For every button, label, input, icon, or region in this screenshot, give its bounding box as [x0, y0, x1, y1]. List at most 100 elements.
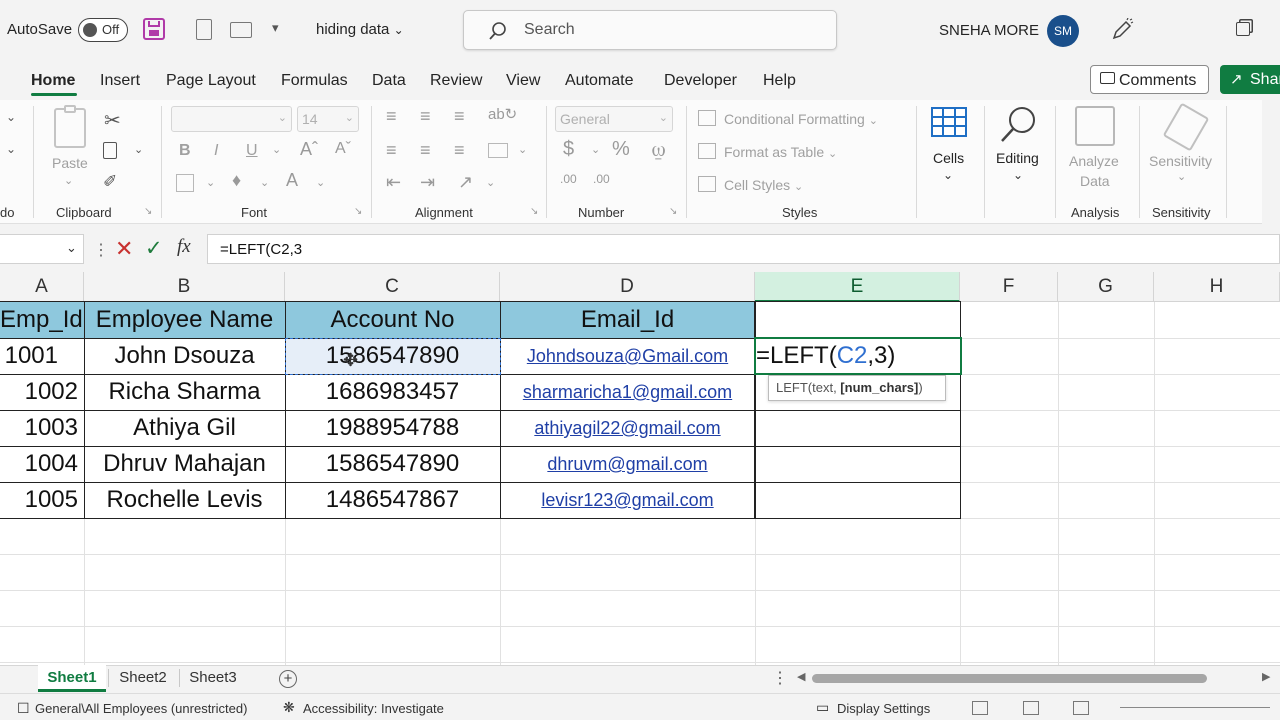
column-header-f[interactable]: F — [960, 272, 1058, 302]
number-format-dropdown[interactable]: General ⌄ — [555, 106, 673, 132]
copy-icon[interactable] — [103, 142, 117, 159]
formula-input[interactable]: =LEFT(C2,3 — [207, 234, 1280, 264]
undo-dropdown-icon[interactable]: ⌄ — [6, 110, 16, 124]
borders-icon[interactable] — [176, 174, 194, 192]
function-tooltip[interactable]: LEFT(text, [num_chars]) — [768, 375, 946, 401]
insert-function-icon[interactable]: fx — [177, 236, 191, 258]
table-cell[interactable]: Richa Sharma — [84, 374, 285, 410]
scroll-right-icon[interactable]: ▶ — [1262, 670, 1270, 683]
increase-decimal-icon[interactable]: .00 — [560, 172, 577, 186]
align-top-icon[interactable]: ≡ — [386, 106, 397, 127]
tab-help[interactable]: Help — [763, 72, 796, 90]
save-icon[interactable] — [143, 18, 165, 40]
copy-dropdown-icon[interactable]: ⌄ — [134, 143, 143, 156]
editing-dropdown-icon[interactable]: ⌄ — [1013, 168, 1023, 182]
avatar[interactable]: SM — [1047, 15, 1079, 47]
display-settings-button[interactable]: Display Settings — [837, 701, 930, 716]
more-sheets-icon[interactable]: ⋮ — [772, 668, 788, 688]
editing-button[interactable]: Editing — [996, 150, 1039, 166]
conditional-formatting-button[interactable]: Conditional Formatting ⌄ — [724, 111, 878, 127]
tab-automate[interactable]: Automate — [565, 72, 633, 90]
underline-button[interactable]: U — [246, 142, 258, 160]
table-cell-c2-referenced[interactable]: 1586547890 — [285, 338, 500, 374]
cell-styles-button[interactable]: Cell Styles ⌄ — [724, 177, 803, 193]
cancel-icon[interactable]: ✕ — [115, 236, 133, 262]
table-cell[interactable]: John Dsouza — [84, 338, 285, 374]
currency-icon[interactable]: $ — [563, 138, 574, 161]
designer-pen-icon[interactable] — [1110, 18, 1134, 42]
analyze-data-label-2[interactable]: Data — [1080, 173, 1110, 189]
table-cell[interactable]: 1004 — [0, 446, 84, 482]
redo-dropdown-icon[interactable]: ⌄ — [6, 142, 16, 156]
tab-home[interactable]: Home — [31, 72, 75, 90]
search-box[interactable]: Search — [463, 10, 837, 50]
font-size-dropdown[interactable]: 14 ⌄ — [297, 106, 359, 132]
merge-dropdown-icon[interactable]: ⌄ — [518, 143, 527, 156]
email-link[interactable]: levisr123@gmail.com — [500, 482, 755, 518]
header-emp-id[interactable]: Emp_Id — [0, 302, 84, 338]
scroll-left-icon[interactable]: ◀ — [797, 670, 805, 683]
font-color-icon[interactable]: A — [286, 170, 298, 191]
open-folder-icon[interactable] — [230, 22, 252, 38]
paste-label[interactable]: Paste — [52, 155, 88, 171]
table-cell[interactable]: 1486547867 — [285, 482, 500, 518]
tab-view[interactable]: View — [506, 72, 540, 90]
font-launcher-icon[interactable]: ↘ — [354, 206, 362, 217]
tab-developer[interactable]: Developer — [664, 72, 737, 90]
text-direction-icon[interactable]: ↗ — [458, 172, 473, 193]
file-name[interactable]: hiding data ⌄ — [316, 21, 404, 38]
font-name-dropdown[interactable]: ⌄ — [171, 106, 292, 132]
table-cell[interactable]: Athiya Gil — [84, 410, 285, 446]
bold-button[interactable]: B — [179, 142, 191, 160]
column-header-a[interactable]: A — [0, 272, 84, 302]
share-button[interactable]: ↗ Shar — [1220, 65, 1280, 94]
alignment-launcher-icon[interactable]: ↘ — [530, 206, 538, 217]
table-cell[interactable]: Dhruv Mahajan — [84, 446, 285, 482]
sensitivity-button[interactable]: Sensitivity — [1149, 153, 1212, 169]
new-file-icon[interactable] — [196, 19, 212, 40]
comma-style-icon[interactable]: ⍹ — [652, 136, 665, 162]
restore-window-icon[interactable] — [1236, 22, 1250, 36]
sheet-tab-sheet2[interactable]: Sheet2 — [109, 665, 177, 692]
underline-dropdown-icon[interactable]: ⌄ — [272, 143, 281, 156]
table-cell[interactable]: Rochelle Levis — [84, 482, 285, 518]
merge-center-icon[interactable] — [488, 143, 508, 158]
comments-button[interactable]: Comments — [1090, 65, 1209, 94]
sheet-tab-sheet1[interactable]: Sheet1 — [38, 665, 106, 692]
email-link[interactable]: sharmaricha1@gmail.com — [500, 374, 755, 410]
cells-button[interactable]: Cells — [933, 150, 964, 166]
fill-color-icon[interactable]: ♦ — [232, 170, 241, 191]
increase-indent-icon[interactable]: ⇥ — [420, 172, 435, 193]
number-launcher-icon[interactable]: ↘ — [669, 206, 677, 217]
table-cell[interactable]: 1988954788 — [285, 410, 500, 446]
email-link[interactable]: dhruvm@gmail.com — [500, 446, 755, 482]
active-cell-e2[interactable]: =LEFT(C2,3) — [754, 337, 962, 375]
table-cell[interactable]: 1586547890 — [285, 446, 500, 482]
page-layout-view-icon[interactable] — [1023, 701, 1039, 715]
header-account-no[interactable]: Account No — [285, 302, 500, 338]
format-painter-icon[interactable]: ✐ — [103, 172, 117, 192]
decrease-font-icon[interactable]: Aˇ — [335, 140, 351, 158]
zoom-slider[interactable] — [1120, 707, 1270, 708]
tab-page-layout[interactable]: Page Layout — [166, 72, 256, 90]
table-cell[interactable]: 1005 — [0, 482, 84, 518]
borders-dropdown-icon[interactable]: ⌄ — [206, 176, 215, 189]
normal-view-icon[interactable] — [972, 701, 988, 715]
page-break-view-icon[interactable] — [1073, 701, 1089, 715]
customize-toolbar-icon[interactable]: ▾ — [272, 20, 279, 36]
align-bottom-icon[interactable]: ≡ — [454, 106, 465, 127]
align-middle-icon[interactable]: ≡ — [420, 106, 431, 127]
align-right-icon[interactable]: ≡ — [454, 140, 465, 161]
name-box[interactable]: ⌄ — [0, 234, 84, 264]
column-header-c[interactable]: C — [285, 272, 500, 302]
paste-icon[interactable] — [54, 105, 86, 148]
font-color-dropdown-icon[interactable]: ⌄ — [316, 176, 325, 189]
column-header-g[interactable]: G — [1058, 272, 1154, 302]
column-header-b[interactable]: B — [84, 272, 285, 302]
sheet-tab-sheet3[interactable]: Sheet3 — [180, 665, 246, 692]
horizontal-scrollbar[interactable] — [812, 674, 1207, 683]
email-link[interactable]: Johndsouza@Gmail.com — [500, 338, 755, 374]
table-cell[interactable]: 1003 — [0, 410, 84, 446]
decrease-decimal-icon[interactable]: .00 — [593, 172, 610, 186]
tab-insert[interactable]: Insert — [100, 72, 140, 90]
